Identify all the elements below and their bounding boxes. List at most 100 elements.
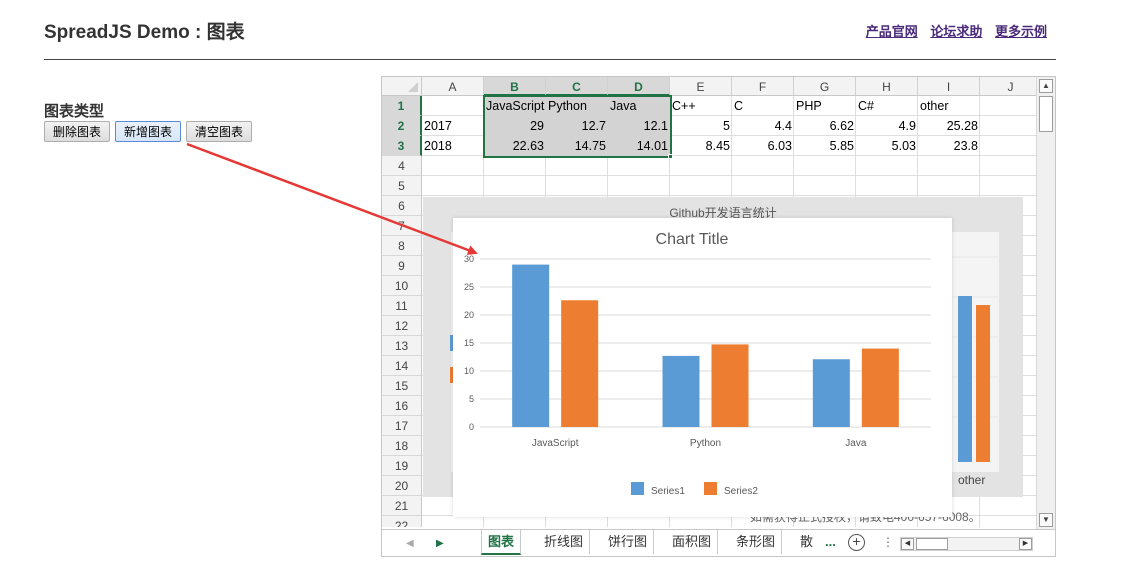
background-bar-other-2018 [976,305,990,462]
row-header[interactable]: 7 [382,216,422,236]
cell[interactable]: 4.4 [732,116,794,136]
row-header[interactable]: 10 [382,276,422,296]
row-header[interactable]: 13 [382,336,422,356]
cell[interactable]: PHP [794,96,856,116]
row-header[interactable]: 11 [382,296,422,316]
legend-swatch [631,482,644,495]
y-tick-label: 20 [464,310,474,320]
column-header[interactable]: J [980,77,1036,96]
scroll-left-button[interactable]: ◀ [901,538,914,550]
column-header[interactable]: D [608,77,670,96]
row-header[interactable]: 15 [382,376,422,396]
scroll-down-button[interactable]: ▼ [1039,513,1053,527]
cell[interactable]: C# [856,96,918,116]
row-header[interactable]: 5 [382,176,422,196]
row-header[interactable]: 20 [382,476,422,496]
tab-scatter-chart[interactable]: 散 [794,530,819,554]
tab-chart[interactable]: 图表 [481,530,522,555]
row-header[interactable]: 17 [382,416,422,436]
tab-area-chart[interactable]: 面积图 [666,530,719,554]
column-header[interactable]: A [422,77,484,96]
selection-range[interactable] [483,95,672,158]
column-header[interactable]: E [670,77,732,96]
row-gridline [422,175,1036,176]
forum-help-link[interactable]: 论坛求助 [930,24,982,39]
sheet-tab-strip: ◀ ▶ 图表 折线图 饼行图 面积图 条形图 散 ... + ⋮ ◀ ▶ [382,529,1055,556]
cell[interactable]: other [918,96,980,116]
horizontal-scrollbar[interactable]: ◀ ▶ [900,537,1033,551]
cell[interactable]: 2017 [422,116,484,136]
row-header[interactable]: 22 [382,516,422,527]
tab-line-chart[interactable]: 折线图 [538,530,591,554]
cell[interactable]: 4.9 [856,116,918,136]
cell[interactable]: 2018 [422,136,484,156]
select-all-corner[interactable] [382,77,422,96]
y-tick-label: 0 [469,422,474,432]
row-header[interactable]: 8 [382,236,422,256]
row-header[interactable]: 4 [382,156,422,176]
row-header[interactable]: 1 [382,96,422,116]
cell[interactable]: 6.62 [794,116,856,136]
cell[interactable]: C++ [670,96,732,116]
row-header[interactable]: 14 [382,356,422,376]
tab-splitter-icon[interactable]: ⋮ [882,530,894,555]
row-header[interactable]: 19 [382,456,422,476]
row-header[interactable]: 6 [382,196,422,216]
cell[interactable]: 25.28 [918,116,980,136]
row-header[interactable]: 12 [382,316,422,336]
horizontal-scroll-thumb[interactable] [916,538,948,550]
fill-handle[interactable] [668,154,673,159]
row-header[interactable]: 9 [382,256,422,276]
x-category-label: JavaScript [532,438,579,449]
y-tick-label: 30 [464,254,474,264]
row-gridline [422,195,1036,196]
row-header[interactable]: 18 [382,436,422,456]
legend-swatch [704,482,717,495]
column-header[interactable]: H [856,77,918,96]
vertical-scroll-thumb[interactable] [1039,96,1053,132]
column-header[interactable]: C [546,77,608,96]
y-tick-label: 10 [464,366,474,376]
chart-bar [711,344,749,427]
tab-pie-chart[interactable]: 饼行图 [602,530,655,554]
vertical-scrollbar[interactable]: ▲ ▼ [1036,77,1055,529]
legend-label: Series2 [724,486,758,497]
add-chart-button[interactable]: 新增图表 [115,121,182,142]
clear-chart-button[interactable]: 清空图表 [186,121,253,142]
scroll-up-button[interactable]: ▲ [1039,79,1053,93]
column-header[interactable]: G [794,77,856,96]
cell[interactable]: C [732,96,794,116]
cell[interactable]: 5.03 [856,136,918,156]
tab-next-icon[interactable]: ▶ [436,530,444,556]
add-sheet-icon[interactable]: + [848,534,865,551]
top-links: 产品官网 论坛求助 更多示例 [857,21,1047,40]
scroll-right-button[interactable]: ▶ [1019,538,1032,550]
y-tick-label: 15 [464,338,474,348]
column-chart[interactable]: Chart Title 0 5 10 15 20 25 30 JavaScript Python J… [453,218,952,517]
more-tabs-icon[interactable]: ... [825,530,836,554]
more-examples-link[interactable]: 更多示例 [995,24,1047,39]
sheet-grid[interactable]: ABCDEFGHIJ 1 2 3 4 5 6 7 8 9 10 11 12 13 14 15 16 17 18 19… [382,77,1036,527]
chart-bar [662,355,700,427]
background-bar-other-2017 [958,296,972,462]
delete-chart-button[interactable]: 删除图表 [44,121,111,142]
column-header[interactable]: I [918,77,980,96]
y-tick-label: 5 [469,394,474,404]
page-title: SpreadJS Demo : 图表 [44,22,245,43]
cell[interactable]: 5 [670,116,732,136]
cell[interactable]: 5.85 [794,136,856,156]
tab-bar-chart[interactable]: 条形图 [730,530,783,554]
header-divider [44,59,1056,60]
cell[interactable]: 8.45 [670,136,732,156]
tab-prev-icon[interactable]: ◀ [406,530,414,556]
row-header[interactable]: 16 [382,396,422,416]
column-header[interactable]: F [732,77,794,96]
cell[interactable]: 6.03 [732,136,794,156]
row-header[interactable]: 3 [382,136,422,156]
product-site-link[interactable]: 产品官网 [866,24,918,39]
y-tick-label: 25 [464,282,474,292]
row-header[interactable]: 2 [382,116,422,136]
row-header[interactable]: 21 [382,496,422,516]
cell[interactable]: 23.8 [918,136,980,156]
column-header[interactable]: B [484,77,546,96]
